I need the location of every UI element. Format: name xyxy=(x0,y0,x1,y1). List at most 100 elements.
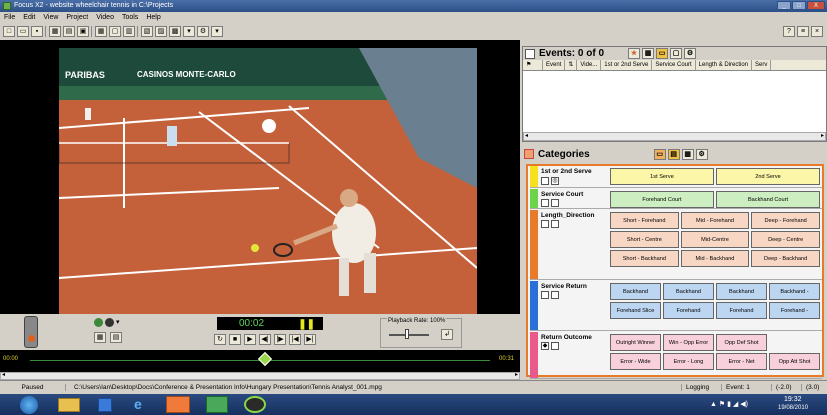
menu-file[interactable]: File xyxy=(4,12,15,23)
settings-icon[interactable]: ⚙ xyxy=(197,25,209,37)
category-button[interactable]: Error - Net xyxy=(716,353,767,370)
category-grid-icon[interactable]: ▦ xyxy=(681,148,694,160)
col-length-direction[interactable]: Length & Direction xyxy=(696,60,753,70)
filter-icon[interactable]: ▨ xyxy=(155,25,167,37)
layout-switch-icon[interactable] xyxy=(94,318,103,327)
event-add-icon[interactable]: ★ xyxy=(628,48,641,59)
grid-view-icon[interactable]: ▦ xyxy=(94,332,106,343)
col-serv[interactable]: Serv xyxy=(752,60,772,70)
event-grid-icon[interactable]: ▦ xyxy=(642,48,655,59)
window-icon[interactable]: ▢ xyxy=(109,25,121,37)
skip-forward-icon[interactable]: ▶| xyxy=(304,334,316,345)
events-scrollbar[interactable]: ◂ ▸ xyxy=(523,132,826,141)
scroll-right-icon[interactable]: ▸ xyxy=(515,371,518,378)
category-button[interactable]: Opp Def Shot xyxy=(716,334,767,351)
playback-rate-slider[interactable] xyxy=(389,334,429,336)
category-button[interactable]: Short - Centre xyxy=(610,231,679,248)
start-button[interactable] xyxy=(20,396,38,414)
category-button[interactable]: Win - Opp Error xyxy=(663,334,714,351)
slider-thumb[interactable] xyxy=(405,329,409,339)
category-option-checkbox[interactable]: ◎ xyxy=(551,177,559,185)
category-option-checkbox[interactable] xyxy=(541,177,549,185)
category-button[interactable]: Forehand Court xyxy=(610,191,714,208)
category-button[interactable]: Backhand - xyxy=(769,283,820,300)
category-option-checkbox[interactable] xyxy=(551,220,559,228)
grid-icon[interactable]: ▦ xyxy=(95,25,107,37)
category-button[interactable]: Opp Att Shot xyxy=(769,353,820,370)
play-icon[interactable]: ▶ xyxy=(244,334,256,345)
category-button[interactable]: Deep - Forehand xyxy=(751,212,820,229)
dropdown-icon[interactable]: ▾ xyxy=(183,25,195,37)
col-service-court[interactable]: Service Court xyxy=(652,60,696,70)
category-option-checkbox[interactable] xyxy=(551,199,559,207)
category-button[interactable]: Short - Backhand xyxy=(610,250,679,267)
menu-tools[interactable]: Tools xyxy=(122,12,138,23)
loop-icon[interactable]: ↻ xyxy=(214,334,226,345)
category-button[interactable]: Backhand Court xyxy=(716,191,820,208)
category-button[interactable]: 2nd Serve xyxy=(716,168,820,185)
layout-icon[interactable]: ▦ xyxy=(49,25,61,37)
col-video[interactable]: Vide... xyxy=(577,60,602,70)
category-button[interactable]: Deep - Backhand xyxy=(751,250,820,267)
category-settings-icon[interactable]: ⚙ xyxy=(695,148,708,160)
category-layout-icon[interactable]: ▤ xyxy=(667,148,680,160)
category-button[interactable]: Backhand xyxy=(716,283,767,300)
category-button[interactable]: Error - Wide xyxy=(610,353,661,370)
video-timeline[interactable]: 00:00 00:31 xyxy=(0,350,520,372)
category-button[interactable]: 1st Serve xyxy=(610,168,714,185)
step-forward-icon[interactable]: |▶ xyxy=(274,334,286,345)
event-view-icon[interactable]: ▭ xyxy=(656,48,669,59)
close-button[interactable]: X xyxy=(807,1,825,10)
image-taskbar-icon[interactable] xyxy=(206,396,228,413)
explorer-taskbar-icon[interactable] xyxy=(58,398,80,412)
maximize-button[interactable]: □ xyxy=(792,1,806,10)
category-option-checkbox[interactable] xyxy=(551,342,559,350)
event-settings-icon[interactable]: ⚙ xyxy=(684,48,697,59)
save-icon[interactable]: ▪ xyxy=(31,25,43,37)
minimize-button[interactable]: _ xyxy=(777,1,791,10)
tray-icons[interactable]: ▲ ⚑ ▮ ◢ ◀) xyxy=(710,400,748,408)
scroll-left-icon[interactable]: ◂ xyxy=(2,371,5,378)
category-option-checkbox[interactable] xyxy=(541,220,549,228)
category-edit-icon[interactable]: ▭ xyxy=(653,148,666,160)
new-file-icon[interactable]: □ xyxy=(3,25,15,37)
menu-edit[interactable]: Edit xyxy=(23,12,35,23)
event-window-icon[interactable]: ▢ xyxy=(670,48,683,59)
stop-icon[interactable]: ■ xyxy=(229,334,241,345)
dropdown-icon[interactable]: ▾ xyxy=(211,25,223,37)
scroll-left-icon[interactable]: ◂ xyxy=(525,132,528,139)
category-button[interactable]: Mid - Backhand xyxy=(680,250,750,267)
category-button[interactable]: Error - Long xyxy=(663,353,714,370)
clock-date[interactable]: 19/08/2010 xyxy=(778,405,808,411)
layout-switch-icon[interactable] xyxy=(105,318,114,327)
category-button[interactable]: Backhand xyxy=(663,283,714,300)
capture-button[interactable] xyxy=(24,316,38,348)
browser-taskbar-icon[interactable]: e xyxy=(134,396,150,412)
skip-back-icon[interactable]: |◀ xyxy=(289,334,301,345)
category-option-checkbox[interactable] xyxy=(551,291,559,299)
category-button[interactable]: Forehand xyxy=(716,302,767,319)
open-folder-icon[interactable]: ▭ xyxy=(17,25,29,37)
reset-rate-icon[interactable]: ↲ xyxy=(441,329,453,340)
clock-time[interactable]: 19:32 xyxy=(784,396,802,403)
help-icon[interactable]: ? xyxy=(783,26,795,37)
playhead-marker[interactable] xyxy=(257,351,273,367)
category-button[interactable]: Forehand - xyxy=(769,302,820,319)
panel-icon[interactable]: ▥ xyxy=(123,25,135,37)
video-frame[interactable]: PARIBAS CASINOS MONTE-CARLO xyxy=(59,48,477,314)
menu-help[interactable]: Help xyxy=(146,12,160,23)
options-icon[interactable]: ≡ xyxy=(797,26,809,37)
video-icon[interactable]: ▣ xyxy=(77,25,89,37)
tools-icon[interactable]: ▩ xyxy=(169,25,181,37)
category-button[interactable]: Short - Forehand xyxy=(610,212,679,229)
app-taskbar-icon[interactable] xyxy=(166,396,190,413)
col-serve[interactable]: 1st or 2nd Serve xyxy=(601,60,653,70)
category-option-checkbox[interactable]: ◆ xyxy=(541,342,549,350)
focus-taskbar-icon[interactable] xyxy=(244,396,266,413)
chevron-down-icon[interactable]: ▾ xyxy=(116,318,120,327)
category-option-checkbox[interactable] xyxy=(541,291,549,299)
video-scrollbar[interactable]: ◂ ▸ xyxy=(0,372,520,380)
category-button[interactable]: Deep - Centre xyxy=(751,231,820,248)
category-button[interactable]: Backhand xyxy=(610,283,661,300)
category-option-checkbox[interactable] xyxy=(541,199,549,207)
